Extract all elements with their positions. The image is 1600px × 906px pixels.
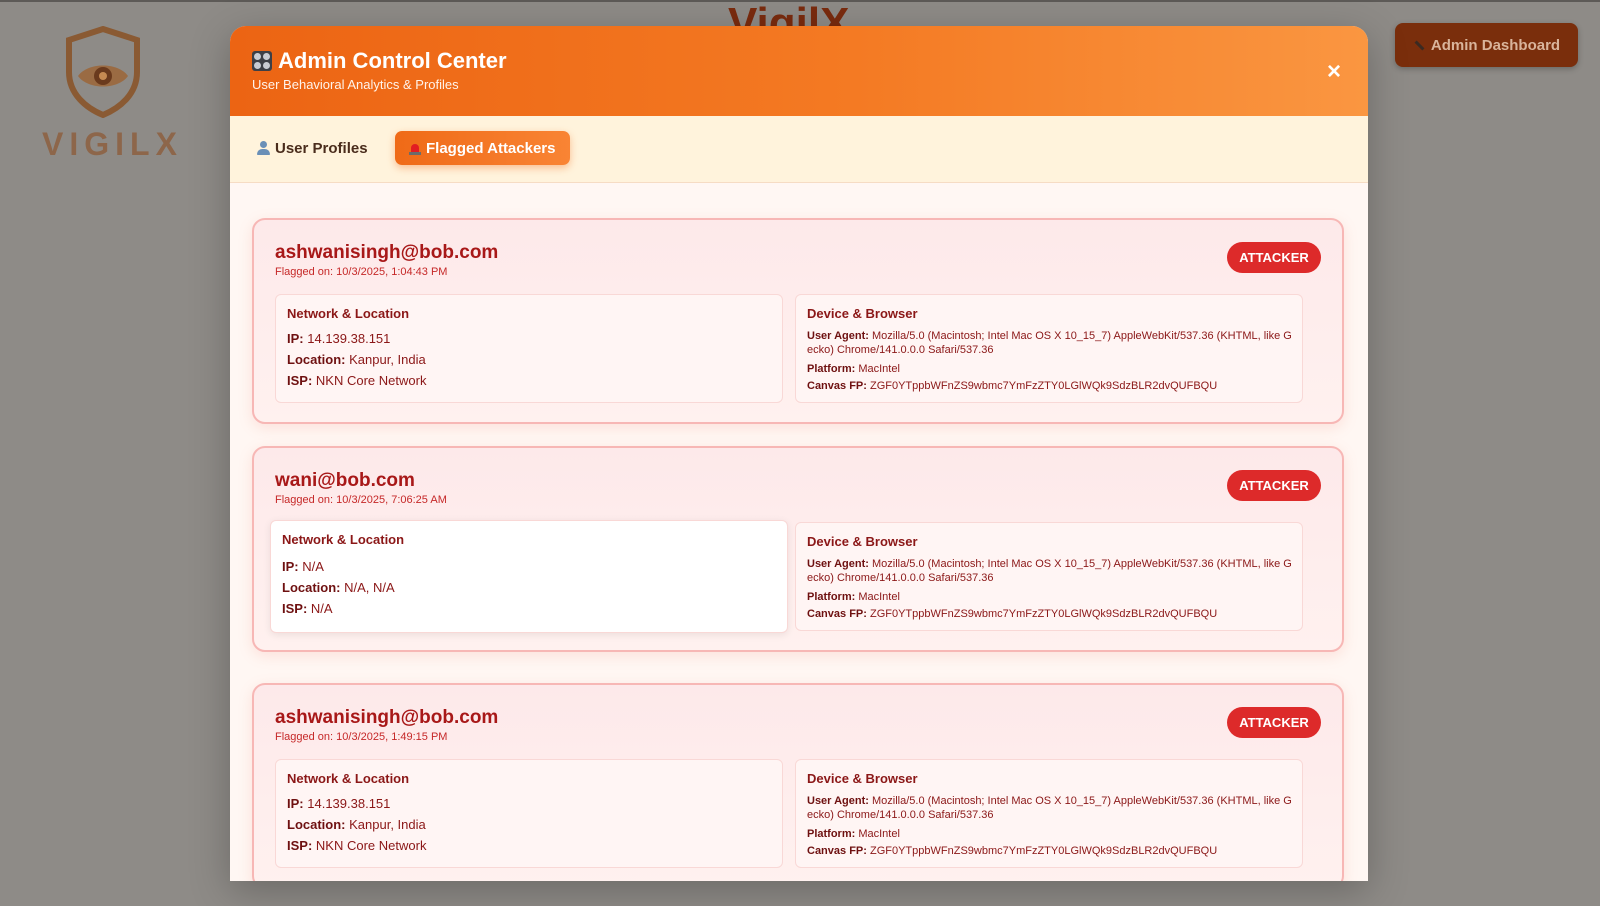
device-title: Device & Browser	[807, 771, 918, 786]
location-row: Location: Kanpur, India	[287, 817, 426, 832]
attacker-card: ashwanisingh@bob.com Flagged on: 10/3/20…	[252, 218, 1344, 424]
network-location-box: Network & Location IP: 14.139.38.151 Loc…	[275, 294, 783, 403]
tab-bar: User Profiles Flagged Attackers	[230, 116, 1368, 183]
location-row: Location: Kanpur, India	[287, 352, 426, 367]
platform-row: Platform: MacIntel	[807, 591, 900, 603]
device-title: Device & Browser	[807, 306, 918, 321]
isp-row: ISP: N/A	[282, 601, 333, 616]
flagged-timestamp: Flagged on: 10/3/2025, 7:06:25 AM	[275, 494, 447, 506]
attacker-badge[interactable]: ATTACKER	[1227, 707, 1321, 738]
attacker-card: wani@bob.com Flagged on: 10/3/2025, 7:06…	[252, 446, 1344, 652]
page-heading: VigilX	[728, 2, 849, 26]
device-browser-box: Device & Browser User Agent: Mozilla/5.0…	[795, 759, 1303, 868]
canvas-fp-row: Canvas FP: ZGF0YTppbWFnZS9wbmc7YmFzZTY0L…	[807, 380, 1218, 392]
ip-value: 14.139.38.151	[307, 331, 391, 346]
ip-row: IP: 14.139.38.151	[287, 796, 391, 811]
platform-row: Platform: MacIntel	[807, 828, 900, 840]
user-icon	[256, 141, 270, 155]
user-agent-row: User Agent: Mozilla/5.0 (Macintosh; Inte…	[807, 330, 1292, 356]
admin-control-center-modal: Admin Control Center User Behavioral Ana…	[230, 26, 1368, 881]
location-value: N/A, N/A	[344, 580, 395, 595]
siren-icon	[409, 142, 421, 155]
tab-user-profiles[interactable]: User Profiles	[242, 131, 382, 165]
platform-row: Platform: MacIntel	[807, 363, 900, 375]
network-title: Network & Location	[287, 306, 410, 321]
network-title: Network & Location	[282, 532, 405, 547]
isp-value: NKN Core Network	[315, 373, 427, 388]
platform-value: MacIntel	[858, 363, 900, 375]
tab-label: Flagged Attackers	[426, 139, 556, 157]
ip-row: IP: 14.139.38.151	[287, 331, 391, 346]
close-button[interactable]: ×	[1322, 60, 1346, 84]
device-title: Device & Browser	[807, 534, 918, 549]
location-value: Kanpur, India	[349, 352, 426, 367]
platform-value: MacIntel	[858, 591, 900, 603]
admin-dashboard-button[interactable]: Admin Dashboard	[1395, 23, 1578, 67]
attacker-email: ashwanisingh@bob.com	[275, 707, 499, 728]
isp-row: ISP: NKN Core Network	[287, 838, 427, 853]
user-agent-row: User Agent: Mozilla/5.0 (Macintosh; Inte…	[807, 795, 1292, 821]
canvas-fp-value: ZGF0YTppbWFnZS9wbmc7YmFzZTY0LGlWQk9SdzBL…	[869, 608, 1218, 620]
ip-value: 14.139.38.151	[307, 796, 391, 811]
network-title: Network & Location	[287, 771, 410, 786]
isp-value: NKN Core Network	[315, 838, 427, 853]
user-agent-value: Mozilla/5.0 (Macintosh; Intel Mac OS X 1…	[807, 330, 1292, 356]
wrench-icon	[1413, 39, 1425, 51]
attacker-badge[interactable]: ATTACKER	[1227, 242, 1321, 273]
ip-value: N/A	[302, 559, 324, 574]
control-knobs-icon	[252, 51, 272, 71]
attacker-card: ashwanisingh@bob.com Flagged on: 10/3/20…	[252, 683, 1344, 881]
canvas-fp-row: Canvas FP: ZGF0YTppbWFnZS9wbmc7YmFzZTY0L…	[807, 845, 1218, 857]
flagged-timestamp: Flagged on: 10/3/2025, 1:04:43 PM	[275, 266, 448, 278]
device-browser-box: Device & Browser User Agent: Mozilla/5.0…	[795, 294, 1303, 403]
modal-header: Admin Control Center User Behavioral Ana…	[230, 26, 1368, 116]
canvas-fp-value: ZGF0YTppbWFnZS9wbmc7YmFzZTY0LGlWQk9SdzBL…	[869, 845, 1218, 857]
user-agent-row: User Agent: Mozilla/5.0 (Macintosh; Inte…	[807, 558, 1292, 584]
canvas-fp-value: ZGF0YTppbWFnZS9wbmc7YmFzZTY0LGlWQk9SdzBL…	[869, 380, 1218, 392]
logo-text: VIGILX	[42, 126, 183, 162]
attacker-badge[interactable]: ATTACKER	[1227, 470, 1321, 501]
isp-value: N/A	[310, 601, 333, 616]
vigilx-logo: VIGILX	[38, 26, 178, 162]
modal-title-text: Admin Control Center	[278, 48, 507, 73]
attacker-email: wani@bob.com	[275, 470, 415, 491]
network-location-box: Network & Location IP: N/A Location: N/A…	[270, 520, 788, 633]
location-value: Kanpur, India	[349, 817, 426, 832]
location-row: Location: N/A, N/A	[282, 580, 395, 595]
modal-subtitle: User Behavioral Analytics & Profiles	[252, 77, 459, 92]
attacker-email: ashwanisingh@bob.com	[275, 242, 499, 263]
network-location-box: Network & Location IP: 14.139.38.151 Loc…	[275, 759, 783, 868]
platform-value: MacIntel	[858, 828, 900, 840]
eye-shield-icon	[66, 26, 140, 118]
device-browser-box: Device & Browser User Agent: Mozilla/5.0…	[795, 522, 1303, 631]
admin-dashboard-label: Admin Dashboard	[1430, 36, 1561, 54]
flagged-timestamp: Flagged on: 10/3/2025, 1:49:15 PM	[275, 731, 448, 743]
user-agent-value: Mozilla/5.0 (Macintosh; Intel Mac OS X 1…	[807, 795, 1292, 821]
isp-row: ISP: NKN Core Network	[287, 373, 427, 388]
ip-row: IP: N/A	[282, 559, 324, 574]
user-agent-value: Mozilla/5.0 (Macintosh; Intel Mac OS X 1…	[807, 558, 1292, 584]
tab-flagged-attackers[interactable]: Flagged Attackers	[395, 131, 570, 165]
attackers-list[interactable]: ashwanisingh@bob.com Flagged on: 10/3/20…	[230, 183, 1368, 881]
tab-label: User Profiles	[275, 139, 368, 157]
modal-title: Admin Control Center	[252, 48, 507, 74]
canvas-fp-row: Canvas FP: ZGF0YTppbWFnZS9wbmc7YmFzZTY0L…	[807, 608, 1218, 620]
